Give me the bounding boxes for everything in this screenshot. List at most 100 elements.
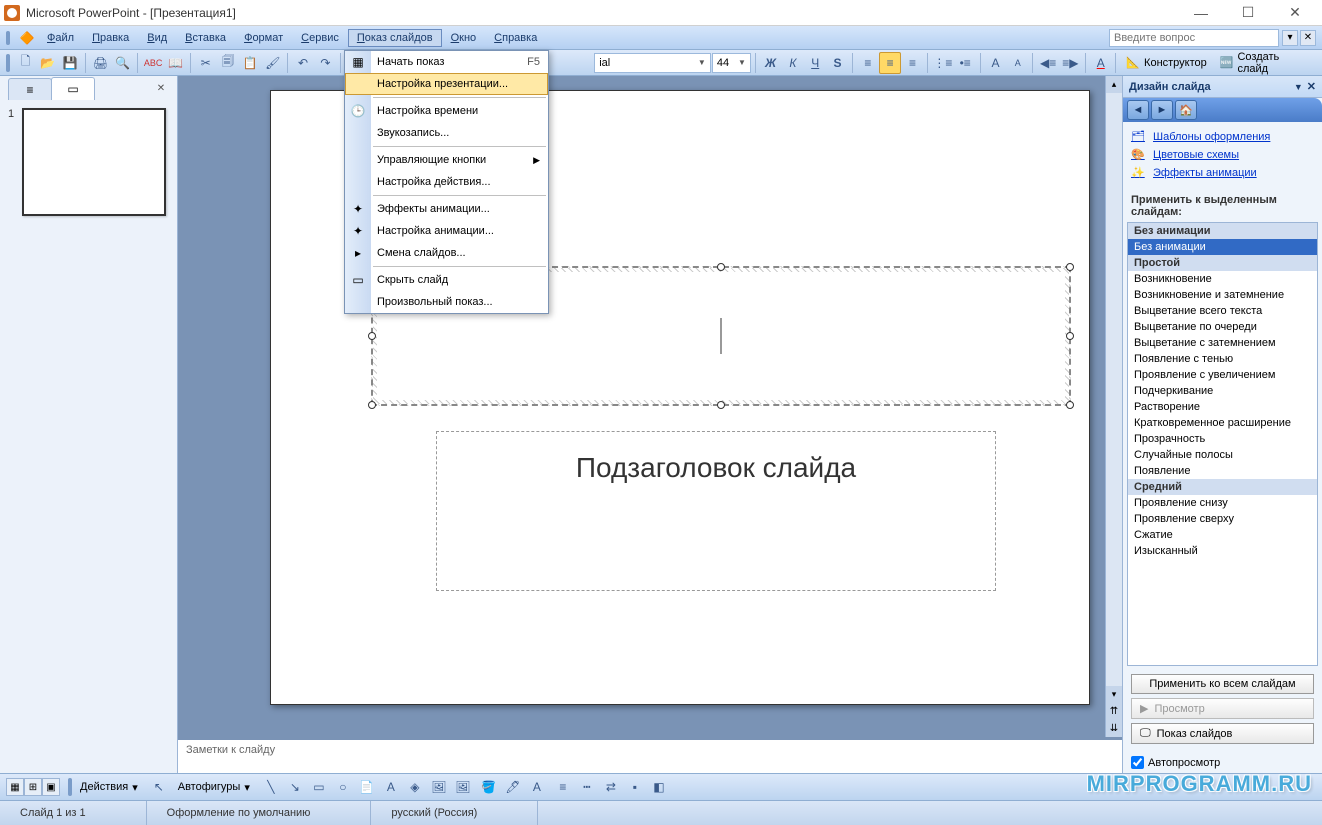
autopreview-checkbox[interactable]: Автопросмотр: [1131, 756, 1314, 769]
menu-item[interactable]: ✦Настройка анимации...: [345, 220, 548, 242]
increase-font-icon[interactable]: A: [985, 52, 1006, 74]
menu-файл[interactable]: Файл: [38, 29, 83, 47]
nav-fwd-icon[interactable]: ►: [1151, 100, 1173, 120]
spell-icon[interactable]: ABC: [142, 52, 163, 74]
handle-icon[interactable]: [1066, 401, 1074, 409]
next-slide-icon[interactable]: ⇊: [1106, 720, 1122, 737]
slideshow-view-icon[interactable]: ▣: [42, 778, 60, 796]
menu-item[interactable]: ▭Скрыть слайд: [345, 269, 548, 291]
3d-style-icon[interactable]: ◧: [648, 776, 670, 798]
bold-icon[interactable]: Ж: [760, 52, 781, 74]
decrease-font-icon[interactable]: A: [1007, 52, 1028, 74]
close-button[interactable]: ✕: [1272, 1, 1318, 25]
list-item[interactable]: Появление с тенью: [1128, 351, 1317, 367]
format-painter-icon[interactable]: 🖌: [262, 52, 283, 74]
notes-pane[interactable]: Заметки к слайду: [178, 737, 1122, 773]
line-color-icon[interactable]: 🖊: [502, 776, 524, 798]
handle-icon[interactable]: [368, 401, 376, 409]
app-menu-icon[interactable]: 🔶: [16, 27, 38, 49]
picture-icon[interactable]: 🖼: [452, 776, 474, 798]
list-item[interactable]: Проявление с увеличением: [1128, 367, 1317, 383]
menu-показ слайдов[interactable]: Показ слайдов: [348, 29, 442, 47]
fill-color-icon[interactable]: 🪣: [478, 776, 500, 798]
undo-icon[interactable]: ↶: [292, 52, 313, 74]
menu-item[interactable]: Настройка презентации...: [345, 73, 548, 95]
list-item[interactable]: Без анимации: [1128, 239, 1317, 255]
vertical-scrollbar[interactable]: ▴ ▾ ⇈ ⇊: [1105, 76, 1122, 737]
menu-правка[interactable]: Правка: [83, 29, 138, 47]
slides-tab[interactable]: ▭: [51, 77, 95, 100]
task-pane-close-icon[interactable]: ✕: [1307, 80, 1316, 93]
font-size-combo[interactable]: 44▼: [712, 53, 751, 73]
nav-back-icon[interactable]: ◄: [1127, 100, 1149, 120]
help-dropdown-icon[interactable]: ▾: [1282, 30, 1298, 46]
menu-вид[interactable]: Вид: [138, 29, 176, 47]
handle-icon[interactable]: [717, 263, 725, 271]
copy-icon[interactable]: 🗐: [217, 52, 238, 74]
list-item[interactable]: Сжатие: [1128, 527, 1317, 543]
menu-item[interactable]: Звукозапись...: [345, 122, 548, 144]
apply-all-button[interactable]: Применить ко всем слайдам: [1131, 674, 1314, 694]
pointer-icon[interactable]: ↖: [148, 776, 170, 798]
diagram-icon[interactable]: ◈: [404, 776, 426, 798]
menu-item[interactable]: Настройка действия...: [345, 171, 548, 193]
list-item[interactable]: Изысканный: [1128, 543, 1317, 559]
rect-icon[interactable]: ▭: [308, 776, 330, 798]
oval-icon[interactable]: ○: [332, 776, 354, 798]
help-search-input[interactable]: [1109, 29, 1279, 47]
handle-icon[interactable]: [717, 401, 725, 409]
list-item[interactable]: Выцветание с затемнением: [1128, 335, 1317, 351]
maximize-button[interactable]: ☐: [1225, 1, 1271, 25]
list-item[interactable]: Кратковременное расширение: [1128, 415, 1317, 431]
clipart-icon[interactable]: 🖼: [428, 776, 450, 798]
indent-icon[interactable]: ≡▶: [1060, 52, 1081, 74]
bullets-icon[interactable]: •≡: [955, 52, 976, 74]
font-color-icon[interactable]: A: [1090, 52, 1111, 74]
task-pane-link[interactable]: ✨Эффекты анимации: [1131, 164, 1314, 182]
list-item[interactable]: Возникновение: [1128, 271, 1317, 287]
font-color-icon[interactable]: A: [526, 776, 548, 798]
new-slide-button[interactable]: 🆕 Создать слайд: [1214, 52, 1316, 74]
list-item[interactable]: Выцветание по очереди: [1128, 319, 1317, 335]
shadow-icon[interactable]: S: [827, 52, 848, 74]
list-item[interactable]: Появление: [1128, 463, 1317, 479]
actions-menu[interactable]: Действия ▾: [74, 776, 144, 798]
panel-close-icon[interactable]: ✕: [153, 80, 169, 96]
line-style-icon[interactable]: ≡: [552, 776, 574, 798]
list-item[interactable]: Проявление снизу: [1128, 495, 1317, 511]
numbering-icon[interactable]: ⋮≡: [932, 52, 953, 74]
slide-thumbnail[interactable]: [22, 108, 166, 216]
menu-item[interactable]: Произвольный показ...: [345, 291, 548, 313]
handle-icon[interactable]: [1066, 263, 1074, 271]
minimize-button[interactable]: —: [1178, 1, 1224, 25]
list-item[interactable]: Подчеркивание: [1128, 383, 1317, 399]
cut-icon[interactable]: ✂: [195, 52, 216, 74]
nav-home-icon[interactable]: 🏠: [1175, 100, 1197, 120]
menu-сервис[interactable]: Сервис: [292, 29, 348, 47]
handle-icon[interactable]: [368, 332, 376, 340]
save-icon[interactable]: 💾: [60, 52, 81, 74]
task-pane-link[interactable]: 🗂Шаблоны оформления: [1131, 128, 1314, 146]
designer-button[interactable]: 📐 Конструктор: [1120, 52, 1212, 74]
menu-item[interactable]: Управляющие кнопки▶: [345, 149, 548, 171]
task-pane-link[interactable]: 🎨Цветовые схемы: [1131, 146, 1314, 164]
align-left-icon[interactable]: ≡: [857, 52, 878, 74]
menu-вставка[interactable]: Вставка: [176, 29, 235, 47]
animation-list[interactable]: Без анимацииБез анимацииПростойВозникнов…: [1127, 222, 1318, 666]
print-icon[interactable]: 🖨: [90, 52, 111, 74]
arrow-icon[interactable]: ↘: [284, 776, 306, 798]
paste-icon[interactable]: 📋: [240, 52, 261, 74]
align-center-icon[interactable]: ≡: [879, 52, 900, 74]
research-icon[interactable]: 📖: [165, 52, 186, 74]
open-icon[interactable]: 📂: [37, 52, 58, 74]
wordart-icon[interactable]: A: [380, 776, 402, 798]
menu-окно[interactable]: Окно: [442, 29, 486, 47]
arrow-style-icon[interactable]: ⇄: [600, 776, 622, 798]
handle-icon[interactable]: [1066, 332, 1074, 340]
scroll-up-icon[interactable]: ▴: [1106, 76, 1122, 93]
autoshapes-menu[interactable]: Автофигуры ▾: [172, 776, 256, 798]
scroll-down-icon[interactable]: ▾: [1106, 686, 1122, 703]
normal-view-icon[interactable]: ▦: [6, 778, 24, 796]
menu-item[interactable]: ✦Эффекты анимации...: [345, 198, 548, 220]
menu-item[interactable]: ▦Начать показF5: [345, 51, 548, 73]
